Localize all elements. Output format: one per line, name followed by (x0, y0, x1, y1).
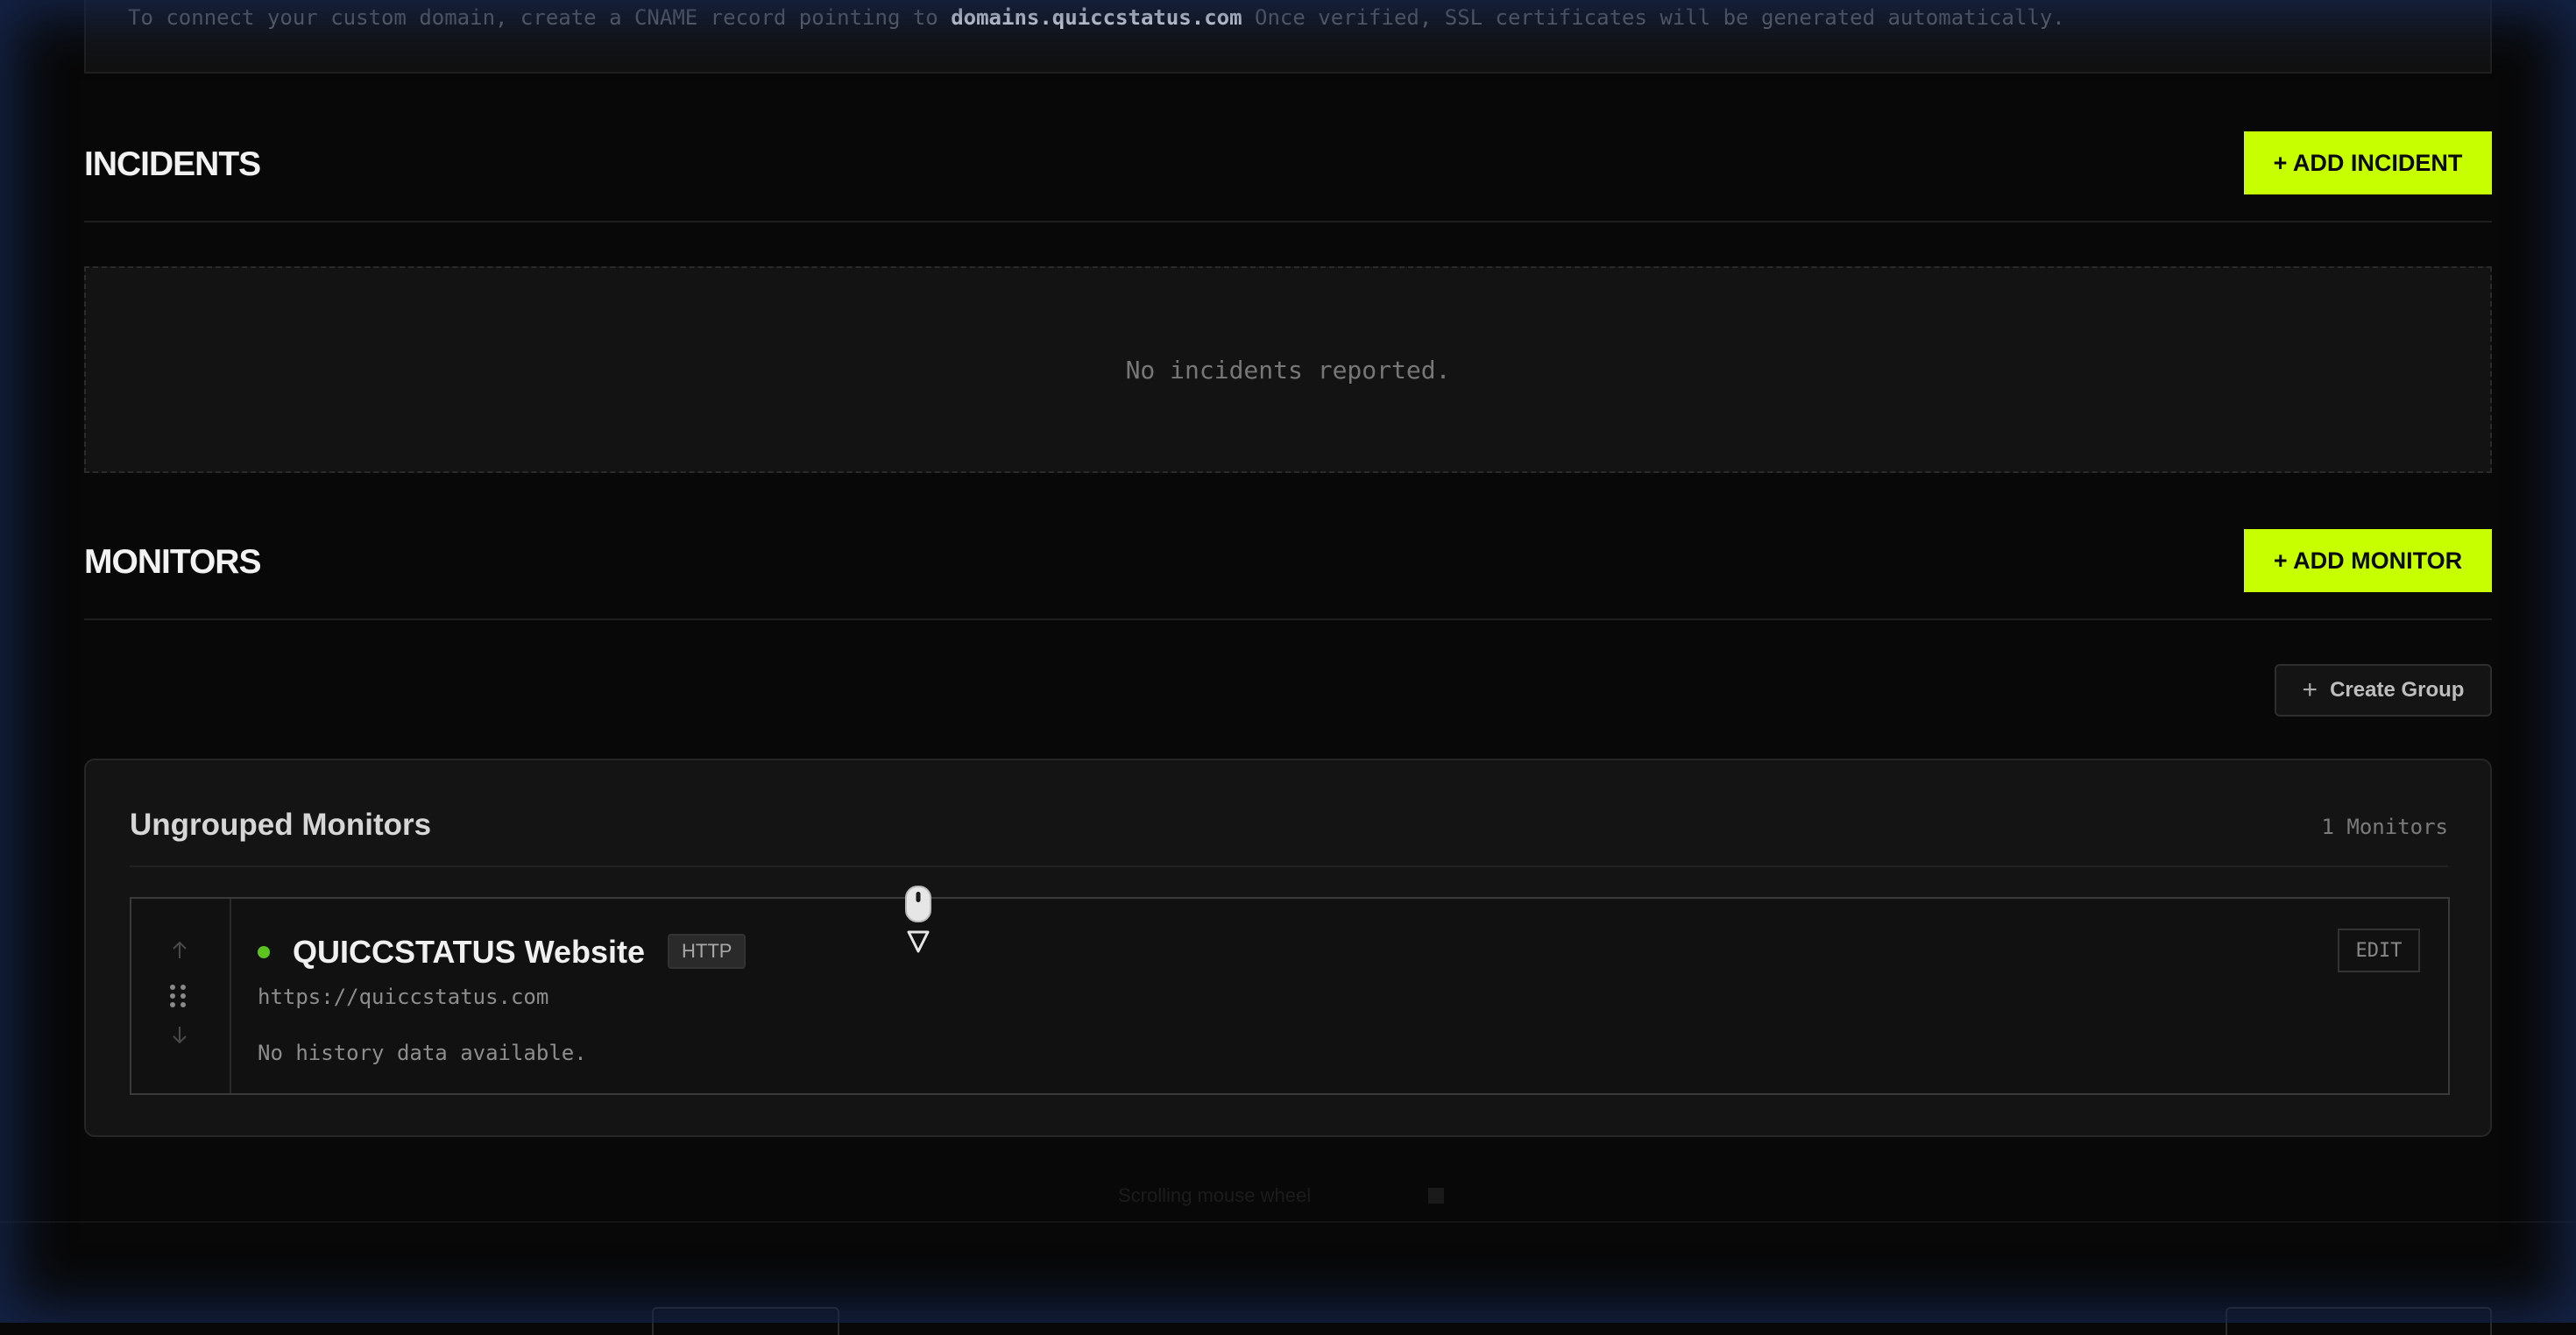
edit-monitor-button[interactable]: EDIT (2338, 929, 2420, 972)
incidents-empty-state: No incidents reported. (84, 266, 2492, 473)
monitor-row[interactable]: QUICCSTATUS Website HTTP https://quiccst… (130, 897, 2450, 1095)
domain-text-before: To connect your custom domain, create a … (128, 5, 938, 30)
bottom-tab-left[interactable] (652, 1307, 839, 1335)
create-group-label: Create Group (2330, 678, 2465, 702)
group-divider (130, 865, 2448, 867)
create-group-button[interactable]: + Create Group (2275, 664, 2492, 717)
footer-hint: Scrolling mouse wheel (1118, 1184, 1312, 1206)
monitors-title: MONITORS (84, 543, 261, 581)
monitor-type-badge: HTTP (668, 934, 747, 969)
group-monitor-count: 1 Monitors (2321, 815, 2449, 839)
status-dot-icon (258, 946, 270, 958)
cname-target: domains.quiccstatus.com (951, 5, 1242, 30)
group-title: Ungrouped Monitors (130, 808, 432, 842)
monitor-url: https://quiccstatus.com (258, 985, 549, 1009)
plus-icon: + (2302, 675, 2318, 704)
domain-text-after: Once verified, SSL certificates will be … (1255, 5, 2065, 30)
move-up-icon[interactable] (166, 937, 193, 964)
reorder-handle-column (131, 899, 231, 1093)
footer-square-icon (1428, 1188, 1444, 1204)
drag-handle-icon[interactable] (170, 985, 188, 1007)
add-incident-button[interactable]: + ADD INCIDENT (2244, 131, 2492, 194)
monitor-name[interactable]: QUICCSTATUS Website (293, 934, 645, 971)
footer-divider (0, 1221, 2576, 1223)
monitor-group-card: Ungrouped Monitors 1 Monitors QUICCSTATU… (84, 759, 2492, 1137)
monitors-divider (84, 618, 2492, 620)
bottom-tab-right[interactable] (2226, 1307, 2492, 1335)
custom-domain-notice: To connect your custom domain, create a … (84, 0, 2492, 74)
mouse-scroll-icon (904, 885, 932, 955)
custom-domain-text: To connect your custom domain, create a … (128, 5, 2065, 30)
incidents-title: INCIDENTS (84, 145, 261, 183)
incidents-divider (84, 221, 2492, 222)
add-monitor-button[interactable]: + ADD MONITOR (2244, 529, 2492, 592)
move-down-icon[interactable] (166, 1021, 193, 1048)
incidents-empty-text: No incidents reported. (1125, 355, 1451, 385)
monitor-history-text: No history data available. (258, 1041, 587, 1065)
